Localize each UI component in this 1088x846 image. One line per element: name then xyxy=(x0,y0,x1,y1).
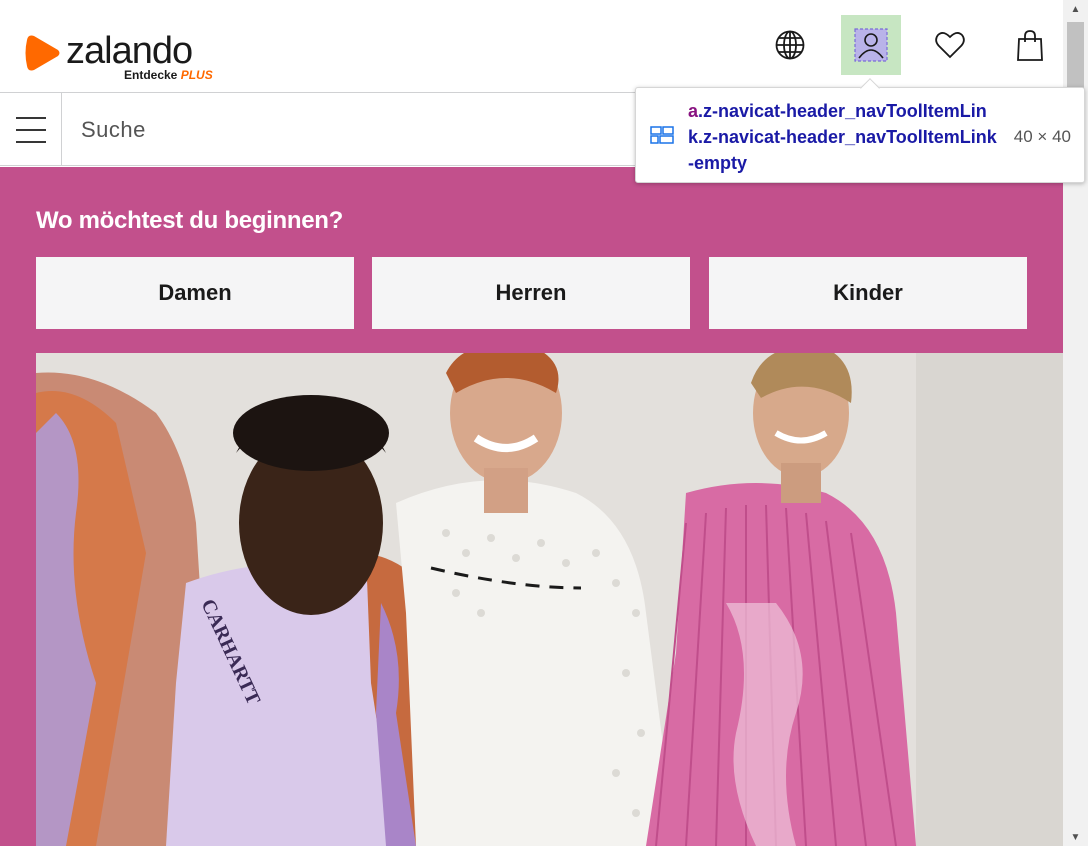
page: zalando Entdecke PLUS Suche Wo möchtest … xyxy=(0,0,1088,846)
category-button-damen[interactable]: Damen xyxy=(36,257,354,329)
logo-wordmark: zalando xyxy=(66,30,193,72)
site-header: zalando Entdecke PLUS xyxy=(0,0,1063,93)
devtools-inspect-tooltip: a.z-navicat-header_navToolItemLink.z-nav… xyxy=(635,87,1085,183)
scroll-up-arrow-icon[interactable]: ▲ xyxy=(1063,0,1088,18)
tooltip-tag: a xyxy=(688,101,699,121)
shopping-bag-button[interactable] xyxy=(1000,15,1060,75)
user-account-button[interactable] xyxy=(841,15,901,75)
user-account-icon xyxy=(854,28,888,62)
language-button[interactable] xyxy=(760,15,820,75)
section-heading: Wo möchtest du beginnen? xyxy=(36,207,344,234)
tooltip-classes: .z-navicat-header_navToolItemLink.z-navi… xyxy=(688,101,997,173)
menu-button[interactable] xyxy=(0,93,62,166)
hero-photo-illustration: CARHARTT xyxy=(36,353,1063,846)
scroll-down-arrow-icon[interactable]: ▼ xyxy=(1063,828,1088,846)
tooltip-selector: a.z-navicat-header_navToolItemLink.z-nav… xyxy=(688,98,998,176)
hero-image[interactable]: CARHARTT xyxy=(36,353,1063,846)
logo-subline: Entdecke PLUS xyxy=(124,68,213,82)
tooltip-size: 40 × 40 xyxy=(1013,127,1071,146)
zalando-logo[interactable]: zalando Entdecke PLUS xyxy=(24,30,224,86)
search-input[interactable] xyxy=(62,93,622,166)
logo-plus-text: PLUS xyxy=(180,68,213,82)
flex-layout-icon xyxy=(650,126,674,144)
category-button-herren[interactable]: Herren xyxy=(372,257,690,329)
hamburger-menu-icon xyxy=(15,116,46,143)
zalando-logo-mark-icon xyxy=(25,35,60,71)
wishlist-button[interactable] xyxy=(920,15,980,75)
language-icon xyxy=(775,30,805,60)
wishlist-heart-icon xyxy=(935,32,965,59)
shopping-bag-icon xyxy=(1017,30,1043,61)
category-entry-section: Wo möchtest du beginnen? Damen Herren Ki… xyxy=(0,167,1063,846)
category-button-kinder[interactable]: Kinder xyxy=(709,257,1027,329)
logo-sub-text: Entdecke xyxy=(124,68,178,82)
